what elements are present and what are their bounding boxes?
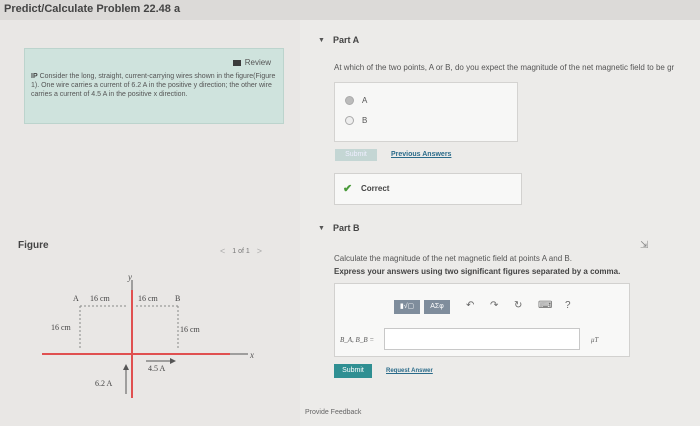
greek-symbols-button[interactable]: ΑΣφ xyxy=(424,300,450,314)
radio-b[interactable] xyxy=(345,116,354,125)
templates-button[interactable]: ▮√▢ xyxy=(394,300,420,314)
provide-feedback-link[interactable]: Provide Feedback xyxy=(305,409,361,416)
check-icon: ✔ xyxy=(343,183,353,195)
dist-B-down: 16 cm xyxy=(180,325,201,334)
part-b-question: Calculate the magnitude of the net magne… xyxy=(334,254,572,263)
part-b-label: Part B xyxy=(332,223,360,233)
reset-icon[interactable]: ↻ xyxy=(514,300,522,311)
part-a-submit-button[interactable]: Submit xyxy=(335,149,377,161)
problem-text: IP Consider the long, straight, current-… xyxy=(31,72,281,99)
dist-A-down: 16 cm xyxy=(51,323,72,332)
title-bar: Predict/Calculate Problem 22.48 a xyxy=(0,0,700,21)
help-icon[interactable]: ? xyxy=(565,300,571,311)
figure-pager: < 1 of 1 > xyxy=(220,246,262,256)
part-b-header[interactable]: ▼ Part B xyxy=(318,223,359,233)
figure-label: Figure xyxy=(18,240,49,251)
answer-input[interactable] xyxy=(384,328,580,350)
option-b-label: B xyxy=(362,116,368,125)
unit-label: μT xyxy=(591,336,599,344)
prev-figure-icon[interactable]: < xyxy=(220,246,225,256)
correct-feedback: ✔ Correct xyxy=(334,173,522,205)
problem-prefix: IP xyxy=(31,73,38,80)
radio-a[interactable] xyxy=(345,96,354,105)
point-A-label: A xyxy=(73,294,79,303)
problem-body: Consider the long, straight, current-car… xyxy=(31,73,276,98)
option-a-label: A xyxy=(362,96,368,105)
part-a-label: Part A xyxy=(332,35,360,45)
current-x-label: 4.5 A xyxy=(148,364,166,373)
undo-icon[interactable]: ↶ xyxy=(466,300,474,311)
request-answer-link[interactable]: Request Answer xyxy=(386,368,433,374)
current-y-label: 6.2 A xyxy=(95,379,113,388)
next-figure-icon[interactable]: > xyxy=(257,246,262,256)
collapse-icon: ▼ xyxy=(318,224,325,232)
correct-label: Correct xyxy=(361,184,390,193)
pager-text: 1 of 1 xyxy=(232,247,250,255)
option-b[interactable]: B xyxy=(345,116,367,125)
ba-bb-label: B_A, B_B = xyxy=(340,336,375,344)
part-a-header[interactable]: ▼ Part A xyxy=(318,35,359,45)
part-b-submit-button[interactable]: Submit xyxy=(334,364,372,378)
y-axis-label: y xyxy=(127,272,132,282)
page-title: Predict/Calculate Problem 22.48 a xyxy=(4,3,181,15)
options-box xyxy=(334,82,518,142)
problem-statement-box: Review IP Consider the long, straight, c… xyxy=(24,48,284,124)
dist-A-wire: 16 cm xyxy=(90,294,111,303)
redo-icon[interactable]: ↷ xyxy=(490,300,498,311)
part-b-instruction: Express your answers using two significa… xyxy=(334,267,621,276)
wire-figure: x y A 16 cm 16 cm 16 cm B 16 cm 4.5 A 6.… xyxy=(42,272,254,398)
previous-answers-link[interactable]: Previous Answers xyxy=(391,151,451,158)
option-a[interactable]: A xyxy=(345,96,367,105)
book-icon xyxy=(232,59,241,66)
keyboard-icon[interactable]: ⌨ xyxy=(538,300,552,311)
review-link[interactable]: Review xyxy=(232,58,271,67)
point-B-label: B xyxy=(175,294,180,303)
collapse-icon: ▼ xyxy=(318,36,325,44)
mouse-cursor-icon: ⇲ xyxy=(640,240,649,251)
dist-wire-B: 16 cm xyxy=(138,294,159,303)
part-a-question: At which of the two points, A or B, do y… xyxy=(334,63,675,72)
review-label: Review xyxy=(244,58,271,67)
x-axis-label: x xyxy=(249,350,254,360)
